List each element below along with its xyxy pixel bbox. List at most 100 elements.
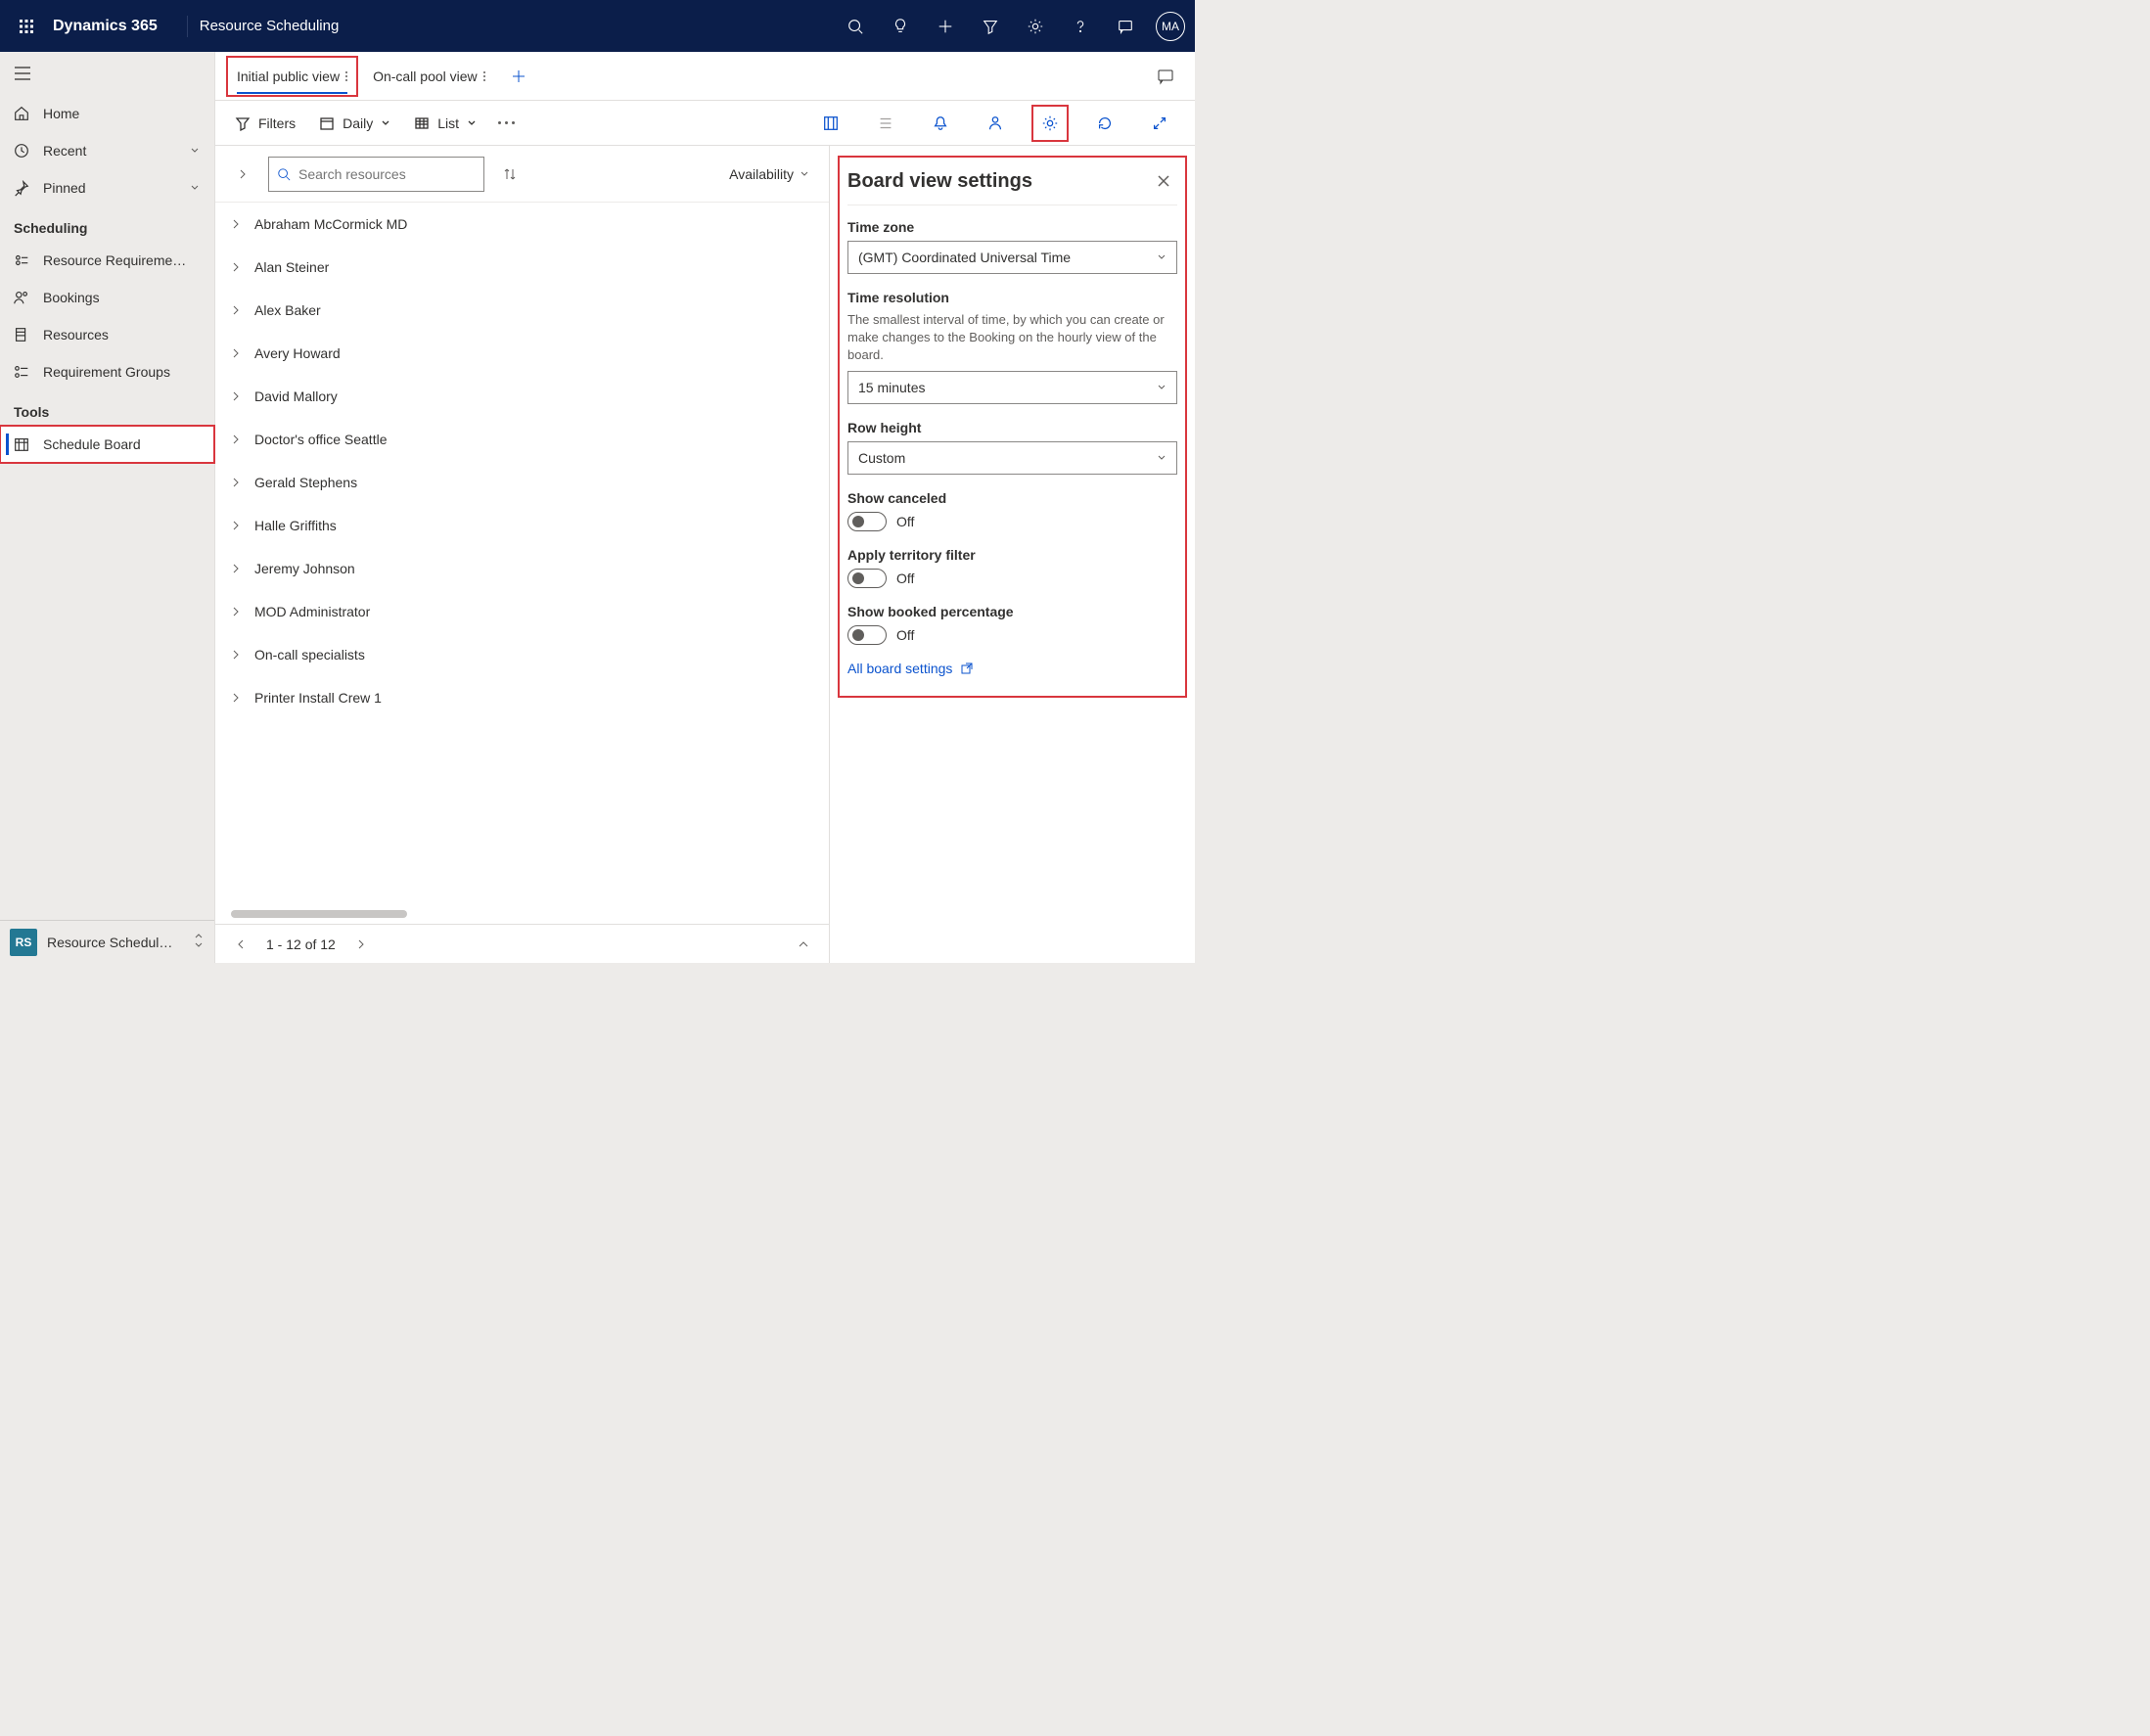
daily-dropdown[interactable]: Daily	[317, 112, 392, 135]
board-settings-button[interactable]	[1032, 106, 1068, 141]
refresh-icon[interactable]	[1087, 106, 1122, 141]
person-icon[interactable]	[978, 106, 1013, 141]
resource-row[interactable]: Jeremy Johnson	[215, 547, 829, 590]
chevron-down-icon	[800, 169, 809, 179]
tab-label: Initial public view	[237, 69, 340, 84]
rowheight-select[interactable]: Custom	[847, 441, 1177, 475]
tab-menu-icon[interactable]	[483, 71, 485, 81]
filters-label: Filters	[258, 115, 296, 131]
chat-icon[interactable]	[1103, 0, 1148, 52]
group-list-icon	[12, 362, 31, 382]
nav-home[interactable]: Home	[0, 95, 214, 132]
people-icon	[12, 288, 31, 307]
resource-name: Avery Howard	[254, 345, 341, 361]
resource-row[interactable]: Alex Baker	[215, 289, 829, 332]
search-resources-input[interactable]	[268, 157, 484, 192]
timezone-select[interactable]: (GMT) Coordinated Universal Time	[847, 241, 1177, 274]
chevron-right-icon	[231, 262, 241, 272]
tab-menu-icon[interactable]	[345, 71, 347, 81]
pager-next[interactable]	[349, 933, 373, 956]
nav-label: Recent	[43, 143, 187, 159]
tab-label: On-call pool view	[373, 69, 478, 84]
booked-toggle[interactable]	[847, 625, 887, 645]
nav-recent[interactable]: Recent	[0, 132, 214, 169]
sidebar-toggle[interactable]	[0, 52, 214, 95]
search-icon[interactable]	[833, 0, 878, 52]
daily-label: Daily	[343, 115, 373, 131]
collapse-resources-icon[interactable]	[229, 168, 256, 180]
map-toggle-icon[interactable]	[813, 106, 848, 141]
help-icon[interactable]	[1058, 0, 1103, 52]
resource-row[interactable]: Gerald Stephens	[215, 461, 829, 504]
nav-pinned[interactable]: Pinned	[0, 169, 214, 206]
sort-icon[interactable]	[496, 167, 524, 181]
resource-name: Printer Install Crew 1	[254, 690, 382, 706]
divider	[187, 16, 188, 37]
tab-initial-public-view[interactable]: Initial public view	[227, 57, 357, 96]
pager-collapse-icon[interactable]	[792, 933, 815, 956]
pager-prev[interactable]	[229, 933, 252, 956]
canceled-label: Show canceled	[847, 490, 1177, 506]
resource-row[interactable]: David Mallory	[215, 375, 829, 418]
resource-name: Alex Baker	[254, 302, 321, 318]
resource-name: Jeremy Johnson	[254, 561, 355, 576]
lightbulb-icon[interactable]	[878, 0, 923, 52]
gear-icon[interactable]	[1013, 0, 1058, 52]
all-board-settings-link[interactable]: All board settings	[847, 661, 1177, 676]
territory-toggle[interactable]	[847, 569, 887, 588]
list-dropdown[interactable]: List	[412, 112, 479, 135]
legend-icon[interactable]	[868, 106, 903, 141]
more-commands[interactable]	[498, 121, 515, 124]
resource-row[interactable]: Alan Steiner	[215, 246, 829, 289]
resource-name: Halle Griffiths	[254, 518, 337, 533]
chevron-right-icon	[231, 521, 241, 530]
app-switcher-label: Resource Schedul…	[47, 935, 183, 950]
nav-requirement-groups[interactable]: Requirement Groups	[0, 353, 214, 390]
divider	[847, 205, 1177, 206]
chevron-right-icon	[231, 650, 241, 660]
resources-icon	[12, 325, 31, 344]
add-icon[interactable]	[923, 0, 968, 52]
resource-row[interactable]: Halle Griffiths	[215, 504, 829, 547]
resource-name: Abraham McCormick MD	[254, 216, 407, 232]
calendar-icon	[12, 434, 31, 454]
nav-label: Home	[43, 106, 203, 121]
chevron-right-icon	[231, 219, 241, 229]
nav-schedule-board[interactable]: Schedule Board	[0, 426, 214, 463]
resource-name: On-call specialists	[254, 647, 365, 662]
resource-row[interactable]: MOD Administrator	[215, 590, 829, 633]
chevron-right-icon	[231, 478, 241, 487]
canceled-toggle[interactable]	[847, 512, 887, 531]
popout-icon	[960, 662, 974, 675]
tab-oncall-pool-view[interactable]: On-call pool view	[363, 57, 495, 96]
filters-button[interactable]: Filters	[233, 112, 297, 135]
nav-group-scheduling: Scheduling	[0, 206, 214, 242]
bell-icon[interactable]	[923, 106, 958, 141]
nav-resource-requirements[interactable]: Resource Requireme…	[0, 242, 214, 279]
nav-bookings[interactable]: Bookings	[0, 279, 214, 316]
resource-row[interactable]: Doctor's office Seattle	[215, 418, 829, 461]
resource-row[interactable]: Avery Howard	[215, 332, 829, 375]
sidebar: Home Recent Pinned Scheduling Resource R…	[0, 52, 215, 963]
add-tab-button[interactable]	[501, 59, 536, 94]
home-icon	[12, 104, 31, 123]
nav-resources[interactable]: Resources	[0, 316, 214, 353]
resource-row[interactable]: On-call specialists	[215, 633, 829, 676]
resource-row[interactable]: Abraham McCormick MD	[215, 203, 829, 246]
assistant-icon[interactable]	[1148, 59, 1183, 94]
app-switcher[interactable]: RS Resource Schedul…	[0, 920, 214, 963]
close-settings-button[interactable]	[1150, 167, 1177, 195]
resource-row[interactable]: Printer Install Crew 1	[215, 676, 829, 719]
horizontal-scrollbar[interactable]	[215, 910, 829, 924]
app-name: Resource Scheduling	[200, 18, 340, 34]
search-field[interactable]	[298, 166, 476, 182]
resolution-select[interactable]: 15 minutes	[847, 371, 1177, 404]
app-launcher[interactable]	[10, 10, 43, 43]
availability-dropdown[interactable]: Availability	[729, 166, 815, 182]
user-avatar[interactable]: MA	[1156, 12, 1185, 41]
chevron-down-icon	[187, 182, 203, 194]
availability-label: Availability	[729, 166, 794, 182]
funnel-icon[interactable]	[968, 0, 1013, 52]
expand-icon[interactable]	[1142, 106, 1177, 141]
resource-name: Gerald Stephens	[254, 475, 357, 490]
